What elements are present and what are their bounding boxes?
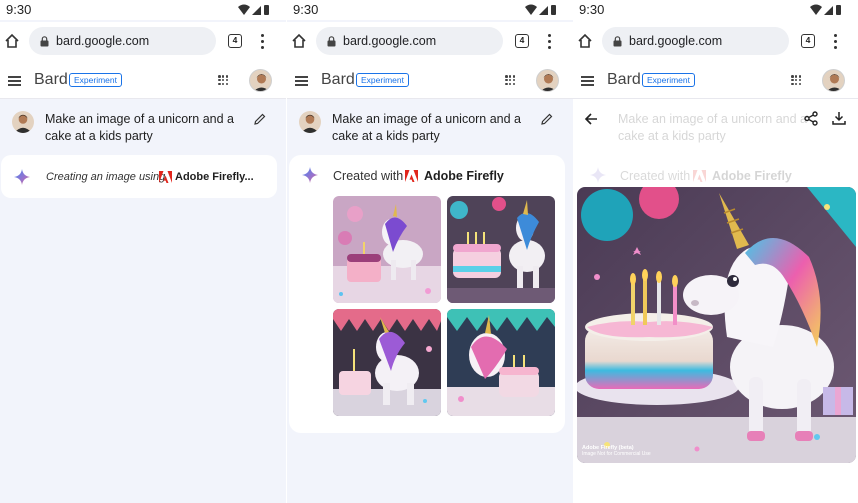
battery-icon (836, 5, 841, 15)
menu-icon[interactable] (295, 76, 308, 86)
battery-icon (551, 5, 556, 15)
adobe-firefly-logo (693, 170, 706, 182)
lock-icon (613, 36, 622, 47)
url-text: bard.google.com (343, 34, 437, 48)
browser-toolbar: bard.google.com 4 (573, 22, 858, 62)
avatar[interactable] (822, 69, 845, 92)
firefly-brand-text: Adobe Firefly (424, 169, 504, 183)
generated-image-3[interactable] (333, 309, 441, 416)
address-bar[interactable]: bard.google.com (602, 27, 789, 55)
sparkle-icon (302, 167, 318, 183)
generated-image-1[interactable] (333, 196, 441, 303)
signal-icon (539, 6, 548, 15)
sparkle-icon (590, 167, 606, 183)
user-avatar (12, 111, 34, 133)
tabs-icon[interactable]: 4 (515, 34, 529, 48)
signal-icon (824, 6, 833, 15)
avatar[interactable] (536, 69, 559, 92)
url-text: bard.google.com (56, 34, 150, 48)
enlarged-generated-image[interactable]: Adobe Firefly (beta) Image Not for Comme… (577, 187, 856, 463)
prompt-text: Make an image of a unicorn and a cake at… (332, 112, 522, 143)
home-icon[interactable] (577, 33, 593, 49)
browser-toolbar: bard.google.com 4 (0, 22, 286, 62)
viewer-toolbar (573, 105, 858, 135)
status-time: 9:30 (579, 2, 605, 17)
generated-image-4[interactable] (447, 309, 555, 416)
experiment-badge: Experiment (642, 73, 695, 87)
signal-icon (252, 6, 261, 15)
battery-icon (264, 5, 269, 15)
lock-icon (327, 36, 336, 47)
avatar[interactable] (249, 69, 272, 92)
more-icon[interactable] (548, 34, 552, 49)
tabs-icon[interactable]: 4 (801, 34, 815, 48)
experiment-badge: Experiment (356, 73, 409, 87)
firefly-brand-text: Adobe Firefly (712, 169, 792, 183)
tabs-icon[interactable]: 4 (228, 34, 242, 48)
status-icons (810, 4, 841, 15)
status-time: 9:30 (6, 2, 32, 17)
apps-icon[interactable] (791, 75, 803, 87)
menu-icon[interactable] (581, 76, 594, 86)
back-arrow-icon[interactable] (584, 112, 598, 126)
brand-name: Bard (607, 71, 641, 88)
status-time: 9:30 (293, 2, 319, 17)
created-with-text: Created with (333, 169, 404, 183)
creating-text: Creating an image using (46, 171, 166, 183)
download-icon[interactable] (832, 111, 846, 126)
address-bar[interactable]: bard.google.com (316, 27, 503, 55)
phone-screen-creating: 9:30 bard.google.com 4 Bard Experiment M… (0, 0, 286, 503)
response-card: Creating an image using Adobe Firefly... (1, 155, 277, 198)
share-icon[interactable] (804, 111, 818, 126)
wifi-icon (525, 4, 537, 15)
firefly-brand-text: Adobe Firefly... (175, 171, 254, 183)
generated-image-2[interactable] (447, 196, 555, 303)
experiment-badge: Experiment (69, 73, 122, 87)
wifi-icon (810, 4, 822, 15)
app-bar: Bard Experiment (0, 62, 286, 99)
watermark: Adobe Firefly (beta) Image Not for Comme… (582, 445, 651, 457)
user-prompt: Make an image of a unicorn and a cake at… (287, 105, 573, 150)
brand-name: Bard (321, 71, 355, 88)
browser-toolbar: bard.google.com 4 (287, 22, 573, 62)
apps-icon[interactable] (505, 75, 517, 87)
status-icons (238, 4, 269, 15)
more-icon[interactable] (834, 34, 838, 49)
adobe-firefly-logo (405, 170, 418, 182)
watermark-subtitle: Image Not for Commercial Use (582, 451, 651, 457)
edit-icon[interactable] (541, 113, 553, 125)
address-bar[interactable]: bard.google.com (29, 27, 216, 55)
status-bar: 9:30 (287, 0, 573, 20)
phone-screen-image-viewer: 9:30 bard.google.com 4 Bard Experiment M… (573, 0, 858, 503)
home-icon[interactable] (291, 33, 307, 49)
home-icon[interactable] (4, 33, 20, 49)
user-prompt: Make an image of a unicorn and a cake at… (0, 105, 286, 150)
edit-icon[interactable] (254, 113, 266, 125)
wifi-icon (238, 4, 250, 15)
lock-icon (40, 36, 49, 47)
adobe-firefly-logo (159, 171, 172, 183)
more-icon[interactable] (261, 34, 265, 49)
apps-icon[interactable] (218, 75, 230, 87)
menu-icon[interactable] (8, 76, 21, 86)
app-bar: Bard Experiment (287, 62, 573, 99)
status-bar: 9:30 (0, 0, 286, 20)
user-avatar (299, 111, 321, 133)
response-card: Created with Adobe Firefly (289, 155, 565, 433)
app-bar: Bard Experiment (573, 62, 858, 99)
status-bar: 9:30 (573, 0, 858, 20)
sparkle-icon (14, 169, 30, 185)
phone-screen-results: 9:30 bard.google.com 4 Bard Experiment M… (287, 0, 573, 503)
brand-name: Bard (34, 71, 68, 88)
created-with-text: Created with (620, 169, 691, 183)
status-icons (525, 4, 556, 15)
url-text: bard.google.com (629, 34, 723, 48)
prompt-text: Make an image of a unicorn and a cake at… (45, 112, 235, 143)
